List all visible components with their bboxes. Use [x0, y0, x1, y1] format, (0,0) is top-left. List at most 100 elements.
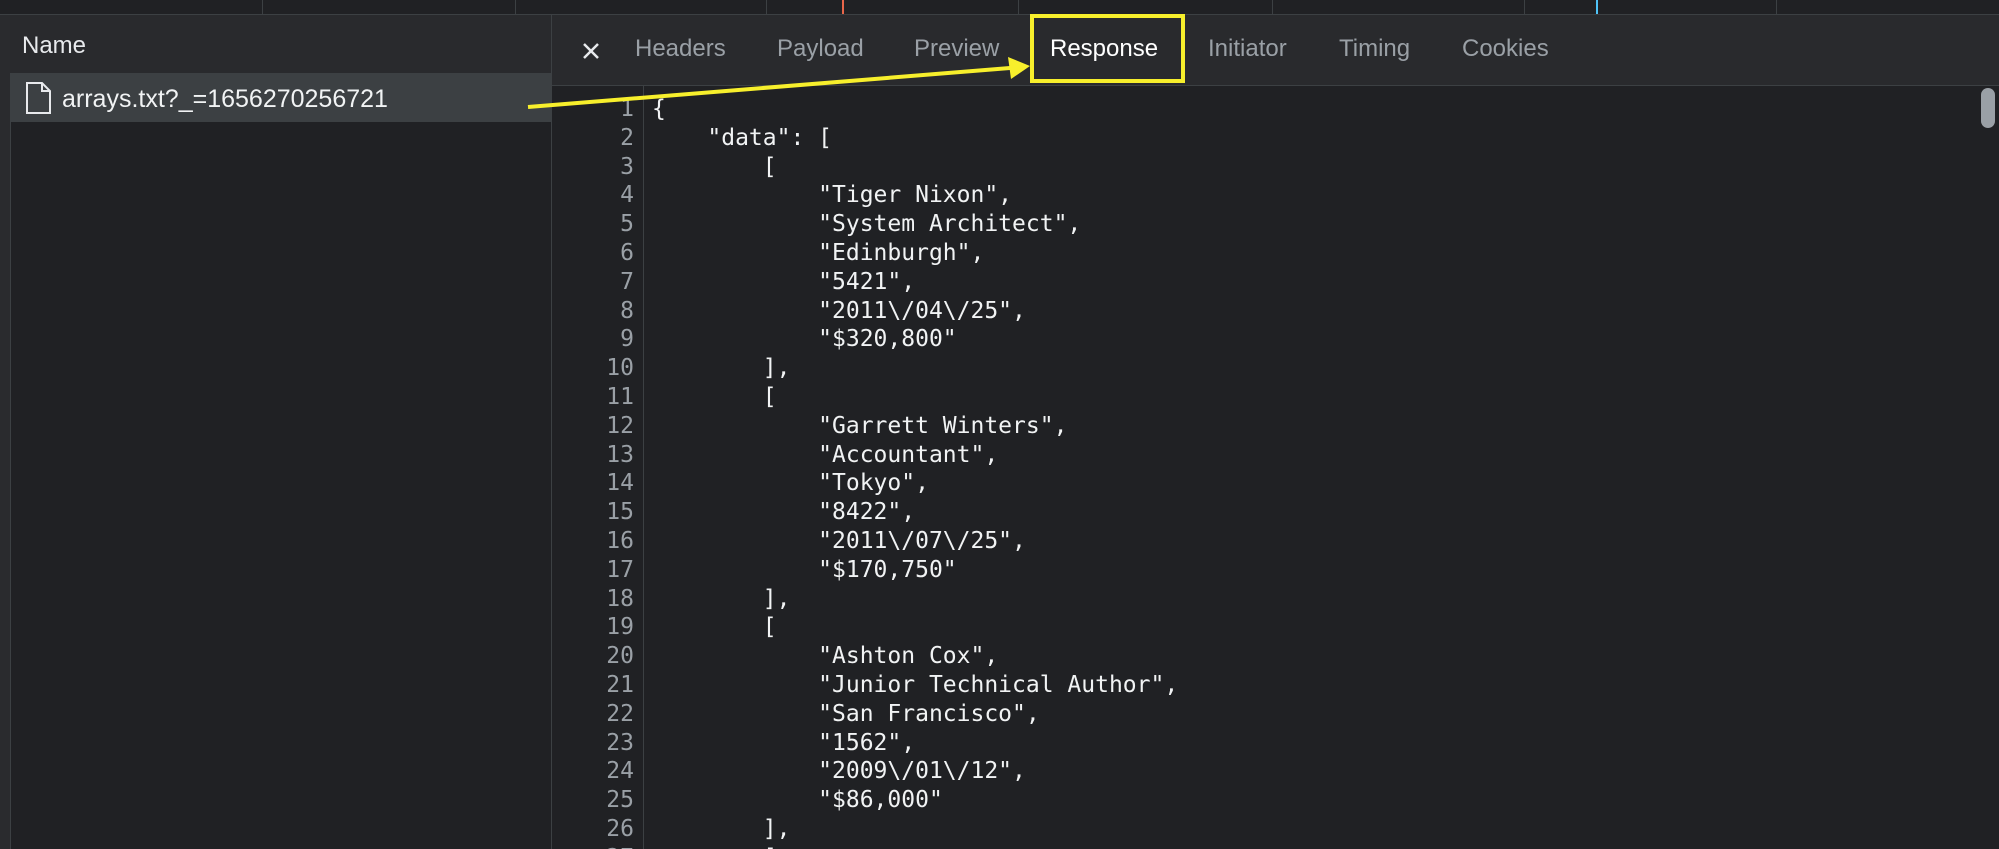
line-number: 7: [620, 268, 634, 295]
code-line: 6 "Edinburgh",: [552, 240, 1952, 269]
code-line: 8 "2011\/04\/25",: [552, 298, 1952, 327]
code-line: 10 ],: [552, 355, 1952, 384]
domcontentloaded-marker: [1596, 0, 1598, 14]
tab-cookies[interactable]: Cookies: [1462, 35, 1549, 63]
code-text: "$320,800": [652, 326, 957, 353]
code-text: "Accountant",: [652, 441, 999, 468]
code-text: "data": [: [652, 124, 833, 151]
request-name: arrays.txt?_=1656270256721: [62, 85, 388, 113]
code-text: "System Architect",: [652, 211, 1082, 238]
code-text: "$170,750": [652, 556, 957, 583]
line-number: 8: [620, 297, 634, 324]
code-line: 11 [: [552, 384, 1952, 413]
line-number: 14: [606, 470, 634, 497]
code-line: 14 "Tokyo",: [552, 470, 1952, 499]
tab-preview[interactable]: Preview: [914, 35, 999, 63]
active-tab-indicator: [1032, 80, 1172, 83]
timeline-gridline: [1272, 0, 1273, 14]
line-number: 10: [606, 355, 634, 382]
code-text: "8422",: [652, 499, 916, 526]
code-text: "San Francisco",: [652, 700, 1040, 727]
code-text: [: [652, 153, 777, 180]
line-number: 25: [606, 787, 634, 814]
line-number: 5: [620, 211, 634, 238]
line-number: 11: [606, 384, 634, 410]
code-text: [: [652, 384, 777, 410]
code-line: 24 "2009\/01\/12",: [552, 758, 1952, 787]
line-number: 20: [606, 643, 634, 670]
code-text: "Garrett Winters",: [652, 412, 1068, 439]
code-line: 21 "Junior Technical Author",: [552, 672, 1952, 701]
tab-payload[interactable]: Payload: [777, 35, 864, 63]
code-line: 13 "Accountant",: [552, 442, 1952, 471]
code-text: ],: [652, 585, 791, 612]
line-number: 3: [620, 153, 634, 180]
line-number: 9: [620, 326, 634, 353]
file-icon: [26, 82, 51, 114]
request-details-pane: Headers Payload Preview Response Initiat…: [552, 15, 1999, 849]
line-number: 18: [606, 585, 634, 612]
code-text: "Junior Technical Author",: [652, 672, 1179, 698]
code-line: 9 "$320,800": [552, 326, 1952, 355]
code-text: "Tiger Nixon",: [652, 182, 1013, 209]
code-line: 25 "$86,000": [552, 787, 1952, 816]
timeline-gridline: [766, 0, 767, 14]
code-line: 1{: [552, 96, 1952, 125]
code-text: ],: [652, 816, 791, 842]
line-number: 2: [620, 124, 634, 151]
name-column-label: Name: [22, 32, 87, 59]
line-number: 13: [606, 441, 634, 468]
code-text: {: [652, 96, 666, 122]
response-scrollbar[interactable]: [1977, 86, 1999, 849]
tab-initiator[interactable]: Initiator: [1208, 35, 1287, 63]
line-number: 22: [606, 700, 634, 727]
code-line: 4 "Tiger Nixon",: [552, 182, 1952, 211]
line-number: 15: [606, 499, 634, 526]
code-text: "$86,000": [652, 787, 943, 814]
details-tabbar: Headers Payload Preview Response Initiat…: [552, 15, 1999, 86]
line-number: 4: [620, 182, 634, 209]
line-number: 6: [620, 240, 634, 266]
code-line: 17 "$170,750": [552, 557, 1952, 586]
line-number: 12: [606, 412, 634, 439]
code-text: "2011\/04\/25",: [652, 297, 1026, 324]
code-text: "2009\/01\/12",: [652, 758, 1026, 785]
scrollbar-thumb[interactable]: [1981, 88, 1995, 128]
code-line: 2 "data": [: [552, 125, 1952, 154]
code-text: "Tokyo",: [652, 470, 929, 497]
load-event-marker: [842, 0, 844, 14]
tab-timing[interactable]: Timing: [1339, 35, 1410, 63]
code-line: 27 [: [552, 845, 1952, 849]
response-viewer[interactable]: 1{2 "data": [3 [4 "Tiger Nixon", 5 "Syste…: [552, 86, 1999, 849]
code-line: 7 "5421",: [552, 269, 1952, 298]
request-row[interactable]: arrays.txt?_=1656270256721: [10, 74, 551, 122]
code-text: "Edinburgh",: [652, 240, 985, 266]
code-text: "1562",: [652, 729, 916, 756]
code-line: 23 "1562",: [552, 730, 1952, 759]
timeline-gridline: [1776, 0, 1777, 14]
code-line: 15 "8422",: [552, 499, 1952, 528]
code-line: 12 "Garrett Winters",: [552, 413, 1952, 442]
code-line: 20 "Ashton Cox",: [552, 643, 1952, 672]
line-number: 27: [552, 845, 634, 849]
line-number: 24: [606, 758, 634, 785]
code-line: 3 [: [552, 154, 1952, 183]
line-number: 23: [606, 729, 634, 756]
tab-response[interactable]: Response: [1050, 35, 1158, 63]
code-text: [: [652, 614, 777, 641]
code-text: ],: [652, 355, 791, 382]
tab-headers[interactable]: Headers: [635, 35, 726, 63]
line-number: 16: [606, 528, 634, 554]
code-line: 26 ],: [552, 816, 1952, 845]
code-line: 22 "San Francisco",: [552, 701, 1952, 730]
code-line: 5 "System Architect",: [552, 211, 1952, 240]
line-number: 17: [606, 556, 634, 583]
line-number: 26: [606, 816, 634, 842]
code-line: 16 "2011\/07\/25",: [552, 528, 1952, 557]
name-column-header[interactable]: Name: [10, 15, 551, 74]
timeline-gridline: [1018, 0, 1019, 14]
line-number: 1: [620, 96, 634, 122]
waterfall-timeline: [0, 0, 1999, 15]
left-pane-edge: [0, 15, 11, 849]
close-icon[interactable]: [574, 34, 608, 68]
